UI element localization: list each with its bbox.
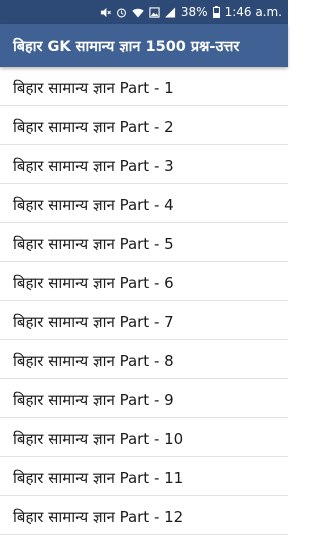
list-item-part-5[interactable]: बिहार सामान्य ज्ञान Part - 5 bbox=[0, 223, 288, 262]
list-item-part-9[interactable]: बिहार सामान्य ज्ञान Part - 9 bbox=[0, 379, 288, 418]
list-item-part-3[interactable]: बिहार सामान्य ज्ञान Part - 3 bbox=[0, 145, 288, 184]
wifi-icon bbox=[132, 7, 144, 18]
app-bar: बिहार GK सामान्य ज्ञान 1500 प्रश्न-उत्तर bbox=[0, 24, 288, 67]
battery-level: 38% bbox=[180, 5, 208, 19]
list-item-part-8[interactable]: बिहार सामान्य ज्ञान Part - 8 bbox=[0, 340, 288, 379]
list-item-part-11[interactable]: बिहार सामान्य ज्ञान Part - 11 bbox=[0, 457, 288, 496]
status-bar: 38% 1:46 a.m. bbox=[0, 0, 288, 24]
image-icon bbox=[149, 6, 160, 18]
list-item-part-7[interactable]: बिहार सामान्य ज्ञान Part - 7 bbox=[0, 301, 288, 340]
app-title: बिहार GK सामान्य ज्ञान 1500 प्रश्न-उत्तर bbox=[13, 38, 240, 55]
list-item-part-6[interactable]: बिहार सामान्य ज्ञान Part - 6 bbox=[0, 262, 288, 301]
alarm-icon bbox=[116, 7, 127, 18]
volume-off-icon bbox=[100, 7, 111, 18]
list-item-part-1[interactable]: बिहार सामान्य ज्ञान Part - 1 bbox=[0, 67, 288, 106]
list-item-part-12[interactable]: बिहार सामान्य ज्ञान Part - 12 bbox=[0, 496, 288, 535]
part-list: बिहार सामान्य ज्ञान Part - 1 बिहार सामान… bbox=[0, 67, 288, 535]
battery-icon bbox=[212, 6, 220, 18]
list-item-part-10[interactable]: बिहार सामान्य ज्ञान Part - 10 bbox=[0, 418, 288, 457]
status-time: 1:46 a.m. bbox=[224, 5, 282, 19]
list-item-part-4[interactable]: बिहार सामान्य ज्ञान Part - 4 bbox=[0, 184, 288, 223]
signal-icon bbox=[164, 6, 176, 18]
list-item-part-2[interactable]: बिहार सामान्य ज्ञान Part - 2 bbox=[0, 106, 288, 145]
